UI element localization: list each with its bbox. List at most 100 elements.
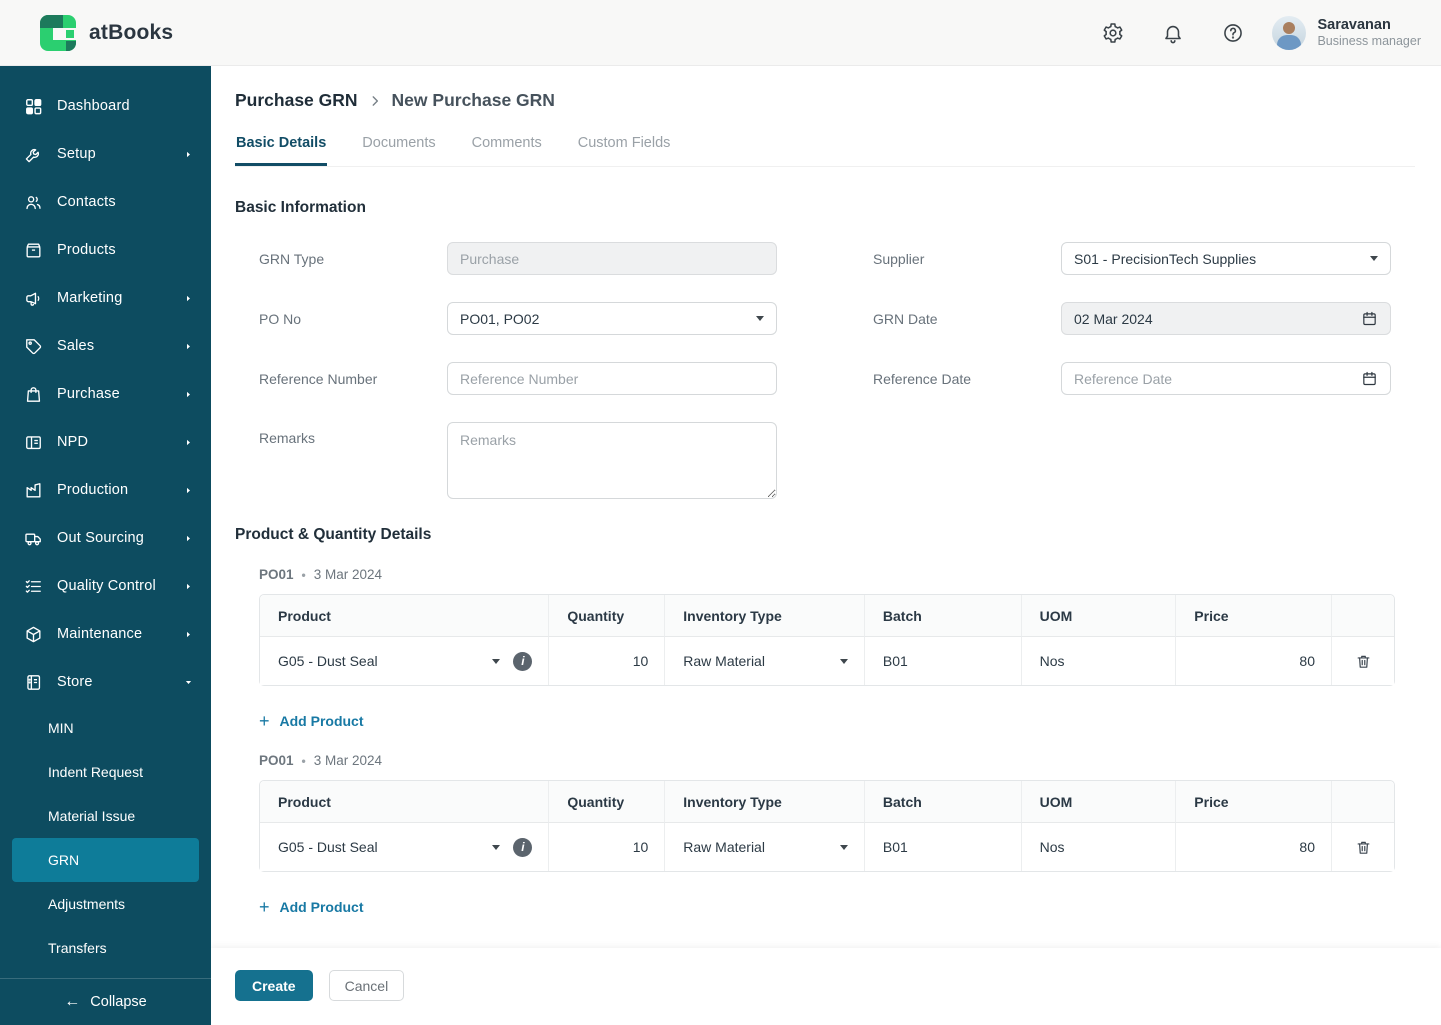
sidebar-item-label: Maintenance: [57, 626, 143, 642]
product-table: Product Quantity Inventory Type Batch UO…: [259, 594, 1395, 686]
table-row: G05 - Dust Seal i 10 Raw Material B01 No…: [260, 823, 1394, 871]
reference-date-field[interactable]: Reference Date: [1061, 362, 1391, 395]
calendar-icon: [1361, 310, 1378, 327]
sidebar-item-label: Contacts: [57, 194, 116, 210]
supplier-select[interactable]: S01 - PrecisionTech Supplies: [1061, 242, 1391, 275]
sidebar-item-purchase[interactable]: Purchase: [0, 370, 211, 418]
delete-row-button[interactable]: [1353, 837, 1374, 858]
sidebar-item-setup[interactable]: Setup: [0, 130, 211, 178]
sidebar-subitem-label: Indent Request: [48, 764, 143, 780]
quantity-cell[interactable]: 10: [549, 637, 666, 685]
reference-number-input[interactable]: [447, 362, 777, 395]
purchase-bag-icon: [26, 386, 41, 402]
chevron-right-icon: [187, 295, 190, 301]
sidebar-collapse-button[interactable]: ← Collapse: [0, 978, 211, 1025]
app-window: atBooks Saravanan Business manager Dashb…: [0, 0, 1441, 1025]
add-product-button[interactable]: + Add Product: [259, 898, 364, 916]
tab-custom-fields[interactable]: Custom Fields: [577, 131, 672, 166]
sidebar-nav: Dashboard Setup Contacts Products Market…: [0, 66, 211, 970]
grn-type-label: GRN Type: [259, 250, 325, 267]
po-section: PO01 • 3 Mar 2024 Product Quantity Inven…: [235, 753, 1415, 916]
inventory-type-value: Raw Material: [683, 839, 765, 855]
sidebar: Dashboard Setup Contacts Products Market…: [0, 66, 211, 1025]
chevron-right-icon: [187, 535, 190, 541]
brand[interactable]: atBooks: [40, 14, 174, 51]
breadcrumb: Purchase GRN New Purchase GRN: [235, 90, 1415, 111]
po-section: PO01 • 3 Mar 2024 Product Quantity Inven…: [235, 567, 1415, 730]
grn-date-label: GRN Date: [873, 310, 938, 327]
user-meta[interactable]: Saravanan Business manager: [1317, 16, 1421, 50]
sidebar-item-material-issue[interactable]: Material Issue: [0, 794, 211, 838]
add-product-button[interactable]: + Add Product: [259, 712, 364, 730]
plus-icon: +: [259, 711, 270, 731]
price-cell[interactable]: 80: [1176, 823, 1332, 871]
sidebar-item-store[interactable]: Store: [0, 658, 211, 706]
footer-action-bar: Create Cancel: [211, 948, 1441, 1025]
sidebar-item-dashboard[interactable]: Dashboard: [0, 82, 211, 130]
price-cell[interactable]: 80: [1176, 637, 1332, 685]
sidebar-item-contacts[interactable]: Contacts: [0, 178, 211, 226]
basic-information-form: GRN Type Purchase Supplier S01 - Precisi…: [235, 242, 1415, 499]
product-select[interactable]: G05 - Dust Seal i: [278, 651, 533, 671]
product-value: G05 - Dust Seal: [278, 653, 378, 669]
quantity-cell[interactable]: 10: [549, 823, 666, 871]
chevron-down-icon: [839, 844, 848, 850]
wrench-icon: [25, 148, 40, 162]
tab-documents[interactable]: Documents: [361, 131, 436, 166]
batch-cell[interactable]: B01: [864, 637, 1022, 685]
remarks-label: Remarks: [259, 430, 316, 446]
calendar-icon: [1361, 370, 1378, 387]
delete-row-button[interactable]: [1353, 651, 1374, 672]
chevron-right-icon: [187, 631, 190, 637]
column-header-uom: UOM: [1021, 781, 1177, 823]
sidebar-item-out-sourcing[interactable]: Out Sourcing: [0, 514, 211, 562]
sidebar-item-grn[interactable]: GRN: [12, 838, 199, 882]
column-header-inventory-type: Inventory Type: [665, 595, 865, 637]
sidebar-item-min[interactable]: MIN: [0, 706, 211, 750]
npd-board-icon: [26, 435, 41, 449]
batch-cell[interactable]: B01: [864, 823, 1022, 871]
brand-name: atBooks: [89, 20, 174, 44]
collapse-label: Collapse: [90, 994, 147, 1010]
notifications-bell-icon[interactable]: [1160, 20, 1186, 46]
inventory-type-select[interactable]: Raw Material: [683, 839, 848, 855]
po-no-label: PO No: [259, 310, 302, 327]
sidebar-item-products[interactable]: Products: [0, 226, 211, 274]
settings-gear-icon[interactable]: [1100, 20, 1126, 46]
sidebar-item-adjustments[interactable]: Adjustments: [0, 882, 211, 926]
sidebar-item-maintenance[interactable]: Maintenance: [0, 610, 211, 658]
cancel-button[interactable]: Cancel: [328, 970, 405, 1001]
info-icon[interactable]: i: [513, 837, 533, 857]
column-header-batch: Batch: [864, 595, 1022, 637]
sidebar-item-production[interactable]: Production: [0, 466, 211, 514]
info-icon[interactable]: i: [513, 651, 533, 671]
po-no-select[interactable]: PO01, PO02: [447, 302, 777, 335]
user-avatar[interactable]: [1272, 15, 1307, 50]
sidebar-item-sales[interactable]: Sales: [0, 322, 211, 370]
breadcrumb-parent[interactable]: Purchase GRN: [235, 90, 358, 111]
chevron-right-icon: [368, 94, 382, 108]
help-icon[interactable]: [1220, 20, 1246, 46]
inventory-type-select[interactable]: Raw Material: [683, 653, 848, 669]
remarks-textarea[interactable]: [447, 422, 777, 499]
chevron-down-icon: [1370, 256, 1378, 261]
product-value: G05 - Dust Seal: [278, 839, 378, 855]
create-button[interactable]: Create: [235, 970, 313, 1001]
sidebar-item-npd[interactable]: NPD: [0, 418, 211, 466]
truck-icon: [25, 532, 41, 545]
grn-date-field[interactable]: 02 Mar 2024: [1061, 302, 1391, 335]
product-select[interactable]: G05 - Dust Seal i: [278, 837, 533, 857]
sidebar-item-marketing[interactable]: Marketing: [0, 274, 211, 322]
po-no-value: PO01, PO02: [460, 310, 540, 327]
sidebar-item-indent-request[interactable]: Indent Request: [0, 750, 211, 794]
tab-comments[interactable]: Comments: [471, 131, 543, 166]
uom-cell: Nos: [1021, 637, 1177, 685]
tab-basic-details[interactable]: Basic Details: [235, 131, 328, 166]
chevron-down-icon: [492, 658, 501, 664]
sidebar-item-transfers[interactable]: Transfers: [0, 926, 211, 970]
sidebar-item-label: Out Sourcing: [57, 530, 145, 546]
add-product-label: Add Product: [279, 713, 364, 729]
sidebar-item-quality-control[interactable]: Quality Control: [0, 562, 211, 610]
sidebar-item-label: Store: [57, 674, 93, 690]
trash-icon: [1358, 655, 1370, 668]
